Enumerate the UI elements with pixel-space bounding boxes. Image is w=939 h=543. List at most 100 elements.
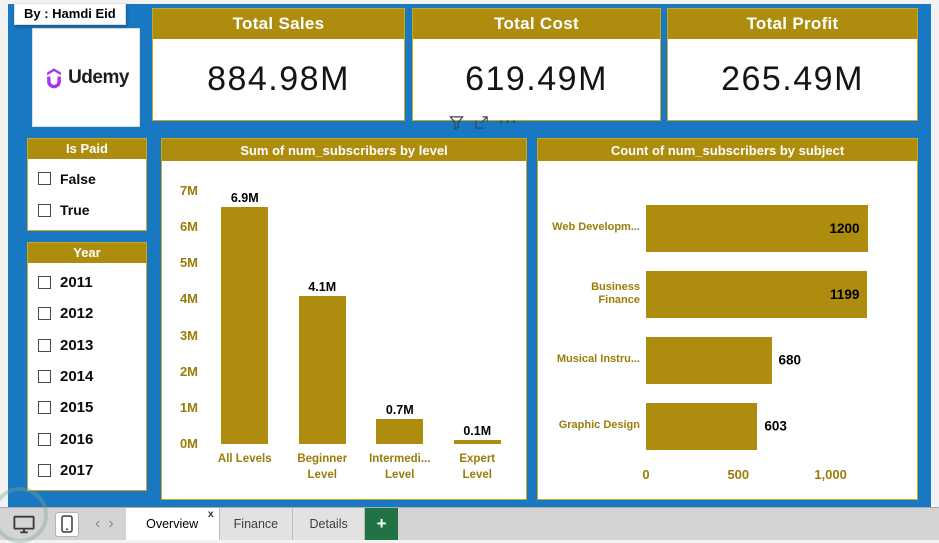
tab-scroll-left-icon[interactable]: ‹ (95, 516, 100, 532)
bar-value-label: 0.7M (385, 402, 414, 417)
y-tick-label: 3M (179, 327, 198, 343)
udemy-logo-card: Udemy (33, 29, 139, 126)
total-profit-title: Total Profit (668, 9, 917, 39)
total-sales-title: Total Sales (153, 9, 404, 39)
bar-row-musical-instru: Musical Instru... 680 (548, 327, 909, 393)
y-tick-label: 4M (179, 291, 198, 307)
checkbox-2015[interactable] (38, 401, 51, 415)
view-toggle-group: ‹ › (0, 508, 114, 540)
total-sales-card[interactable]: Total Sales 884.98M (152, 8, 405, 121)
total-profit-value: 265.49M (721, 60, 864, 98)
slicer-option-label: 2015 (60, 399, 94, 417)
bar-group-all-levels: 6.9M (206, 191, 284, 444)
slicer-option-false[interactable]: False (38, 171, 136, 187)
year-options: 2011 2012 2013 2014 2015 2016 2017 (28, 263, 146, 490)
bar-expert-level[interactable] (453, 440, 501, 444)
checkbox-2017[interactable] (38, 463, 51, 477)
y-tick-label: 7M (179, 183, 198, 198)
slicer-option-2017[interactable]: 2017 (38, 462, 136, 479)
subject-chart-plot: Web Developm... 1200 Business Finance 1199 M… (538, 161, 917, 499)
subject-chart-rows: Web Developm... 1200 Business Finance 1199 M… (548, 195, 909, 459)
slicer-option-label: False (60, 170, 96, 187)
level-chart-bars: 6.9M 4.1M 0.7M 0.1M (206, 191, 516, 444)
slicer-option-label: 2013 (60, 336, 94, 354)
year-slicer-title: Year (28, 243, 146, 263)
is-paid-slicer: Is Paid False True (27, 138, 147, 231)
category-label: Graphic Design (558, 419, 640, 432)
checkbox-2014[interactable] (38, 369, 51, 383)
focus-mode-icon[interactable] (474, 115, 489, 130)
filter-icon[interactable] (449, 115, 464, 130)
udemy-icon (43, 67, 65, 89)
add-page-button[interactable]: + (365, 508, 399, 540)
bar-value-label: 0.1M (463, 424, 492, 439)
total-profit-card[interactable]: Total Profit 265.49M (667, 8, 918, 121)
total-sales-value: 884.98M (207, 60, 350, 98)
desktop-view-icon[interactable] (13, 515, 35, 534)
y-tick-label: 2M (179, 363, 198, 379)
total-cost-value: 619.49M (465, 60, 608, 98)
level-chart-xlabels: All Levels Beginner Level Intermedi... Lev… (206, 452, 516, 483)
category-label: Business Finance (591, 280, 640, 306)
bar-business-finance[interactable]: 1199 (646, 270, 868, 318)
bar-track: 1199 (646, 270, 909, 318)
checkbox-true[interactable] (38, 203, 51, 217)
tab-close-icon[interactable]: x (208, 508, 214, 521)
bar-musical-instru[interactable] (646, 336, 772, 384)
tab-scroll-right-icon[interactable]: › (108, 516, 113, 532)
bar-intermedi-level[interactable] (376, 418, 424, 444)
x-category-label: Beginner Level (297, 453, 348, 481)
visual-hover-toolbar: ··· (449, 115, 519, 130)
x-tick-label: 1,000 (814, 467, 847, 482)
tab-overview[interactable]: Overview x (125, 508, 220, 540)
bar-row-business-finance: Business Finance 1199 (548, 261, 909, 327)
x-category-label: All Levels (217, 453, 272, 465)
x-category-label: Expert Level (459, 453, 496, 481)
slicer-option-true[interactable]: True (38, 202, 136, 218)
bar-web-developm[interactable]: 1200 (646, 204, 868, 252)
slicer-option-2013[interactable]: 2013 (38, 337, 136, 354)
bar-track: 1200 (646, 204, 909, 252)
slicer-option-2012[interactable]: 2012 (38, 305, 136, 322)
slicer-option-2016[interactable]: 2016 (38, 431, 136, 448)
x-tick-label: 500 (727, 467, 750, 482)
y-tick-label: 0M (179, 436, 198, 451)
subscribers-by-subject-chart[interactable]: Count of num_subscribers by subject Web … (537, 138, 918, 500)
subscribers-by-level-chart[interactable]: Sum of num_subscribers by level 0M 1M 2M 3M… (161, 138, 527, 500)
tab-details[interactable]: Details (293, 508, 366, 540)
more-options-icon[interactable]: ··· (499, 115, 519, 130)
tab-label: Overview (146, 517, 199, 531)
level-chart-plot: 0M 1M 2M 3M 4M 5M 6M 7M 6.9M 4.1M 0.7M 0.1M All Le… (162, 161, 526, 499)
checkbox-2016[interactable] (38, 432, 51, 446)
tab-finance[interactable]: Finance (219, 508, 294, 540)
bar-value-label: 603 (764, 418, 787, 434)
slicer-option-label: 2016 (60, 430, 94, 448)
checkbox-false[interactable] (38, 172, 51, 186)
status-bar: ‹ › Overview x Finance Details + (0, 507, 939, 540)
slicer-option-2015[interactable]: 2015 (38, 399, 136, 416)
slicer-option-label: 2014 (60, 367, 94, 385)
checkbox-2012[interactable] (38, 307, 51, 321)
bar-value-label: 4.1M (308, 279, 337, 294)
bar-track: 603 (646, 402, 909, 450)
total-cost-card[interactable]: Total Cost 619.49M (412, 8, 661, 121)
bar-group-intermedi-level: 0.7M (361, 191, 439, 444)
level-chart-title: Sum of num_subscribers by level (162, 139, 526, 161)
mobile-view-icon[interactable] (55, 511, 79, 537)
slicer-option-2011[interactable]: 2011 (38, 274, 136, 291)
checkbox-2011[interactable] (38, 276, 51, 290)
bar-value-label: 6.9M (230, 191, 259, 205)
is-paid-slicer-title: Is Paid (28, 139, 146, 159)
checkbox-2013[interactable] (38, 338, 51, 352)
author-label: By : Hamdi Eid (14, 3, 126, 25)
bar-track: 680 (646, 336, 909, 384)
slicer-option-label: 2017 (60, 461, 94, 479)
bar-all-levels[interactable] (221, 207, 269, 444)
bar-group-beginner-level: 4.1M (284, 191, 362, 444)
bar-graphic-design[interactable] (646, 402, 758, 450)
subject-chart-title: Count of num_subscribers by subject (538, 139, 917, 161)
slicer-option-2014[interactable]: 2014 (38, 368, 136, 385)
bar-beginner-level[interactable] (298, 295, 346, 444)
x-category-label: Intermedi... Level (369, 453, 431, 481)
year-slicer: Year 2011 2012 2013 2014 2015 2016 2017 (27, 242, 147, 491)
